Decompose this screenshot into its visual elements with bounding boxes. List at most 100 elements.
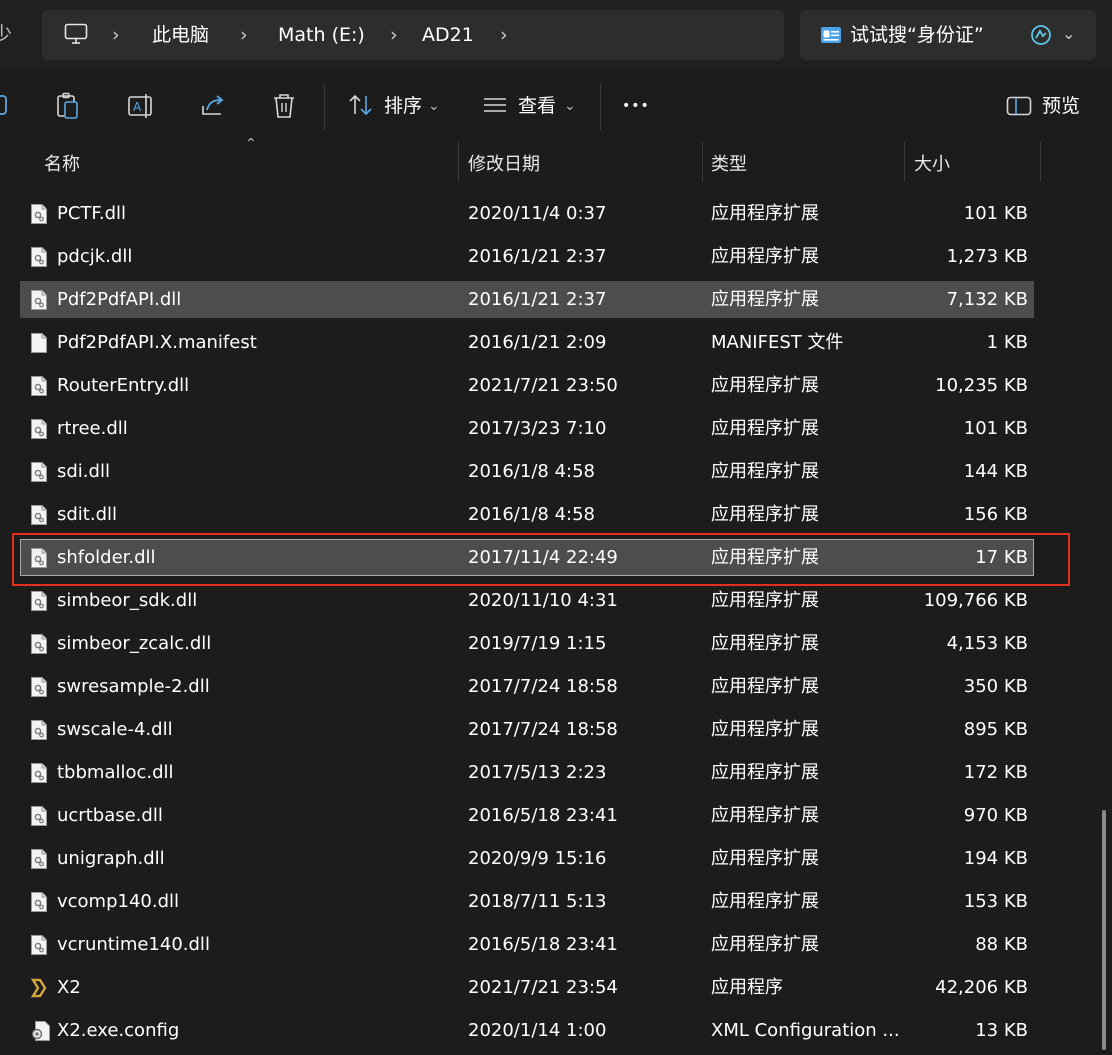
- column-divider[interactable]: [1040, 142, 1041, 182]
- dll-file-icon: [30, 805, 48, 827]
- file-row[interactable]: X2 2021/7/21 23:54 应用程序 42,206 KB: [20, 969, 1034, 1006]
- file-date: 2016/1/21 2:37: [468, 246, 607, 267]
- file-row[interactable]: RouterEntry.dll 2021/7/21 23:50 应用程序扩展 10,2…: [20, 367, 1034, 404]
- chevron-right-icon[interactable]: ›: [240, 10, 248, 60]
- file-name: PCTF.dll: [57, 203, 127, 224]
- file-row[interactable]: vcruntime140.dll 2016/5/18 23:41 应用程序扩展 88 …: [20, 926, 1034, 963]
- file-date: 2016/1/21 2:09: [468, 332, 607, 353]
- file-name: swresample-2.dll: [57, 676, 210, 697]
- file-row[interactable]: pdcjk.dll 2016/1/21 2:37 应用程序扩展 1,273 KB: [20, 238, 1034, 275]
- file-type: 应用程序扩展: [711, 246, 819, 267]
- file-type: XML Configuration ...: [711, 1020, 900, 1041]
- file-type: 应用程序扩展: [711, 934, 819, 955]
- file-size: 144 KB: [963, 461, 1028, 482]
- delete-icon[interactable]: [271, 92, 297, 120]
- file-name: vcomp140.dll: [57, 891, 180, 912]
- search-placeholder: 试试搜“身份证”: [850, 24, 984, 46]
- dll-file-icon: [30, 289, 48, 311]
- file-size: 350 KB: [963, 676, 1028, 697]
- file-date: 2016/5/18 23:41: [468, 805, 618, 826]
- file-size: 153 KB: [963, 891, 1028, 912]
- file-type: 应用程序扩展: [711, 203, 819, 224]
- column-type[interactable]: 类型: [711, 150, 747, 176]
- dll-file-icon: [30, 504, 48, 526]
- chevron-down-icon[interactable]: ⌄: [1062, 24, 1075, 43]
- file-name: pdcjk.dll: [57, 246, 133, 267]
- file-type: 应用程序扩展: [711, 762, 819, 783]
- svg-text:A: A: [133, 100, 142, 114]
- preview-pane-icon: [1006, 96, 1032, 116]
- search-box[interactable]: 试试搜“身份证” ⌄: [800, 10, 1096, 60]
- file-date: 2020/1/14 1:00: [468, 1020, 607, 1041]
- breadcrumb-drive[interactable]: Math (E:): [278, 10, 365, 60]
- app-x2-icon: [30, 977, 48, 999]
- file-date: 2016/1/21 2:37: [468, 289, 607, 310]
- column-size[interactable]: 大小: [914, 150, 950, 176]
- file-type: 应用程序扩展: [711, 805, 819, 826]
- file-type: 应用程序扩展: [711, 375, 819, 396]
- file-row[interactable]: tbbmalloc.dll 2017/5/13 2:23 应用程序扩展 172 KB: [20, 754, 1034, 791]
- search-assistant-icon[interactable]: [1030, 24, 1052, 46]
- file-row[interactable]: sdit.dll 2016/1/8 4:58 应用程序扩展 156 KB: [20, 496, 1034, 533]
- file-type: 应用程序扩展: [711, 504, 819, 525]
- file-name: ucrtbase.dll: [57, 805, 163, 826]
- file-row[interactable]: swresample-2.dll 2017/7/24 18:58 应用程序扩展 350…: [20, 668, 1034, 705]
- dll-file-icon: [30, 891, 48, 913]
- cut-icon[interactable]: [0, 92, 10, 118]
- dll-file-icon: [30, 633, 48, 655]
- file-size: 1,273 KB: [946, 246, 1028, 267]
- address-bar[interactable]: › 此电脑 › Math (E:) › AD21 ›: [42, 10, 784, 60]
- rename-icon[interactable]: A: [127, 92, 155, 120]
- file-row[interactable]: rtree.dll 2017/3/23 7:10 应用程序扩展 101 KB: [20, 410, 1034, 447]
- view-list-icon: [484, 98, 506, 112]
- file-row[interactable]: PCTF.dll 2020/11/4 0:37 应用程序扩展 101 KB: [20, 195, 1034, 232]
- breadcrumb-folder[interactable]: AD21: [422, 10, 474, 60]
- file-row[interactable]: Pdf2PdfAPI.dll 2016/1/21 2:37 应用程序扩展 7,132 …: [20, 281, 1034, 318]
- sort-button[interactable]: 排序 ⌄: [340, 70, 450, 142]
- file-type: 应用程序扩展: [711, 633, 819, 654]
- file-name: simbeor_sdk.dll: [57, 590, 198, 611]
- column-name[interactable]: 名称: [44, 150, 80, 176]
- chevron-right-icon[interactable]: ›: [500, 10, 508, 60]
- toolbar-separator: [600, 84, 601, 130]
- file-size: 101 KB: [963, 203, 1028, 224]
- file-name: vcruntime140.dll: [57, 934, 210, 955]
- file-row[interactable]: X2.exe.config 2020/1/14 1:00 XML Configura…: [20, 1012, 1034, 1049]
- file-size: 156 KB: [963, 504, 1028, 525]
- file-name: X2.exe.config: [57, 1020, 180, 1041]
- file-row[interactable]: simbeor_sdk.dll 2020/11/10 4:31 应用程序扩展 109,…: [20, 582, 1034, 619]
- file-row[interactable]: sdi.dll 2016/1/8 4:58 应用程序扩展 144 KB: [20, 453, 1034, 490]
- clipped-label: 少: [0, 22, 12, 46]
- file-name: unigraph.dll: [57, 848, 165, 869]
- file-row[interactable]: swscale-4.dll 2017/7/24 18:58 应用程序扩展 895 KB: [20, 711, 1034, 748]
- column-date-modified[interactable]: 修改日期: [468, 150, 540, 176]
- file-row[interactable]: unigraph.dll 2020/9/9 15:16 应用程序扩展 194 KB: [20, 840, 1034, 877]
- more-options-button[interactable]: •••: [622, 94, 650, 118]
- file-type: 应用程序扩展: [711, 461, 819, 482]
- share-icon[interactable]: [199, 92, 227, 120]
- column-divider[interactable]: [702, 142, 703, 182]
- file-type: 应用程序扩展: [711, 289, 819, 310]
- file-row[interactable]: simbeor_zcalc.dll 2019/7/19 1:15 应用程序扩展 4,1…: [20, 625, 1034, 662]
- file-name: sdi.dll: [57, 461, 110, 482]
- preview-pane-button[interactable]: 预览: [1000, 70, 1100, 142]
- chevron-right-icon[interactable]: ›: [112, 10, 120, 60]
- file-row[interactable]: ucrtbase.dll 2016/5/18 23:41 应用程序扩展 970 KB: [20, 797, 1034, 834]
- this-pc-icon: [64, 23, 88, 44]
- view-button[interactable]: 查看 ⌄: [474, 70, 584, 142]
- sort-label: 排序: [384, 95, 423, 117]
- column-divider[interactable]: [904, 142, 905, 182]
- paste-icon[interactable]: [56, 92, 80, 120]
- file-date: 2020/11/10 4:31: [468, 590, 618, 611]
- file-name: X2: [57, 977, 81, 998]
- file-date: 2017/3/23 7:10: [468, 418, 607, 439]
- vertical-scrollbar[interactable]: [1102, 810, 1106, 1050]
- chevron-right-icon[interactable]: ›: [390, 10, 398, 60]
- file-row[interactable]: vcomp140.dll 2018/7/11 5:13 应用程序扩展 153 KB: [20, 883, 1034, 920]
- file-date: 2016/5/18 23:41: [468, 934, 618, 955]
- file-row[interactable]: Pdf2PdfAPI.X.manifest 2016/1/21 2:09 MANIF…: [20, 324, 1034, 361]
- breadcrumb-this-pc[interactable]: 此电脑: [152, 10, 209, 60]
- file-date: 2018/7/11 5:13: [468, 891, 607, 912]
- highlight-box: [12, 533, 1070, 586]
- column-divider[interactable]: [458, 142, 459, 182]
